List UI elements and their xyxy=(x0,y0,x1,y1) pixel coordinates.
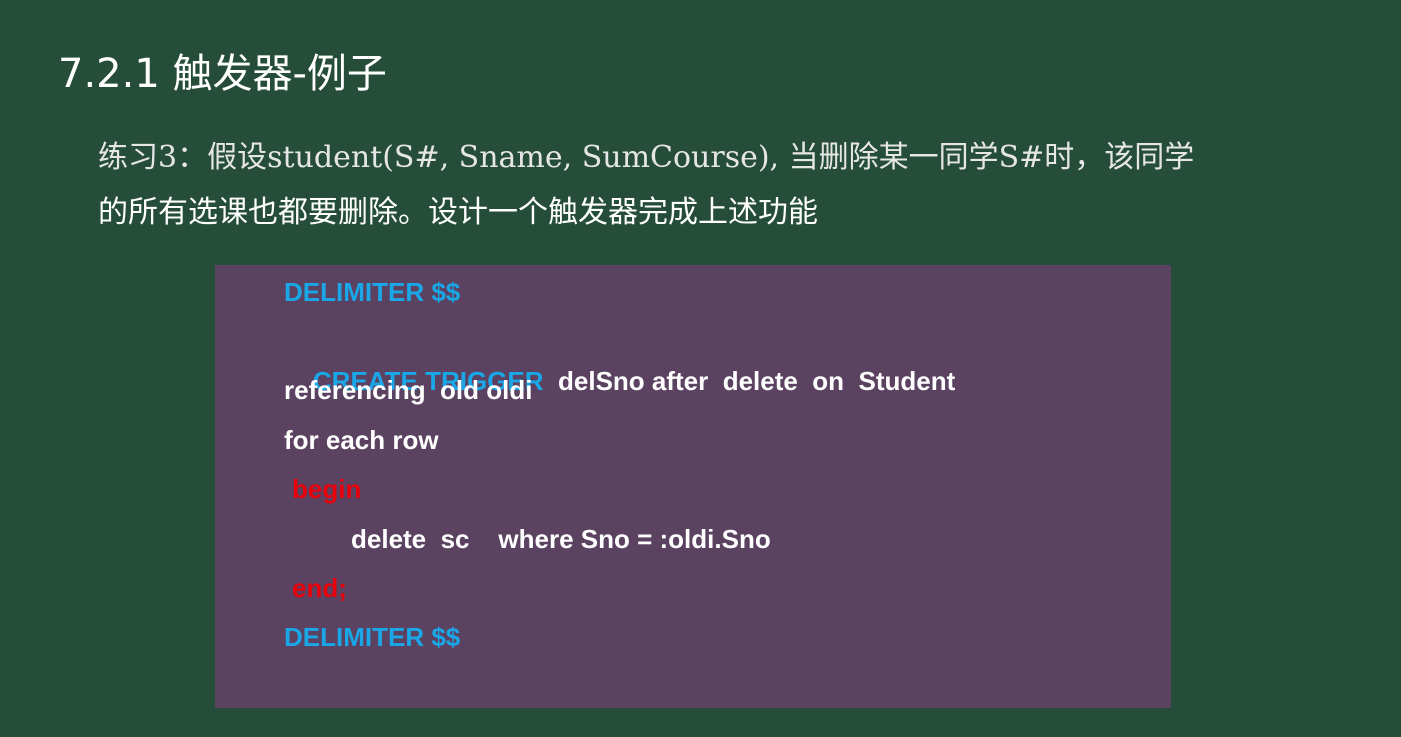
code-panel: DELIMITER $$ CREATE TRIGGER delSno after… xyxy=(215,265,1171,708)
code-line-delimiter-start: DELIMITER $$ xyxy=(284,277,461,307)
code-line-end: end; xyxy=(292,573,347,603)
exercise-description: 练习3：假设student(S#, Sname, SumCourse), 当删除… xyxy=(98,130,1378,240)
exercise-line-2: 的所有选课也都要删除。设计一个触发器完成上述功能 xyxy=(98,195,818,230)
code-line-referencing: referencing old oldi xyxy=(284,375,533,405)
exercise-line-1: 练习3：假设student(S#, Sname, SumCourse), 当删除… xyxy=(98,140,1195,175)
code-line-for-each-row: for each row xyxy=(284,425,439,455)
code-line-delimiter-end: DELIMITER $$ xyxy=(284,622,461,652)
code-line-begin: begin xyxy=(292,474,362,504)
create-trigger-spacer xyxy=(544,366,558,396)
create-trigger-rest: delSno after delete on Student xyxy=(558,366,956,396)
code-line-delete-statement: delete sc where Sno = :oldi.Sno xyxy=(351,524,771,554)
slide-title: 7.2.1 触发器-例子 xyxy=(58,51,387,97)
